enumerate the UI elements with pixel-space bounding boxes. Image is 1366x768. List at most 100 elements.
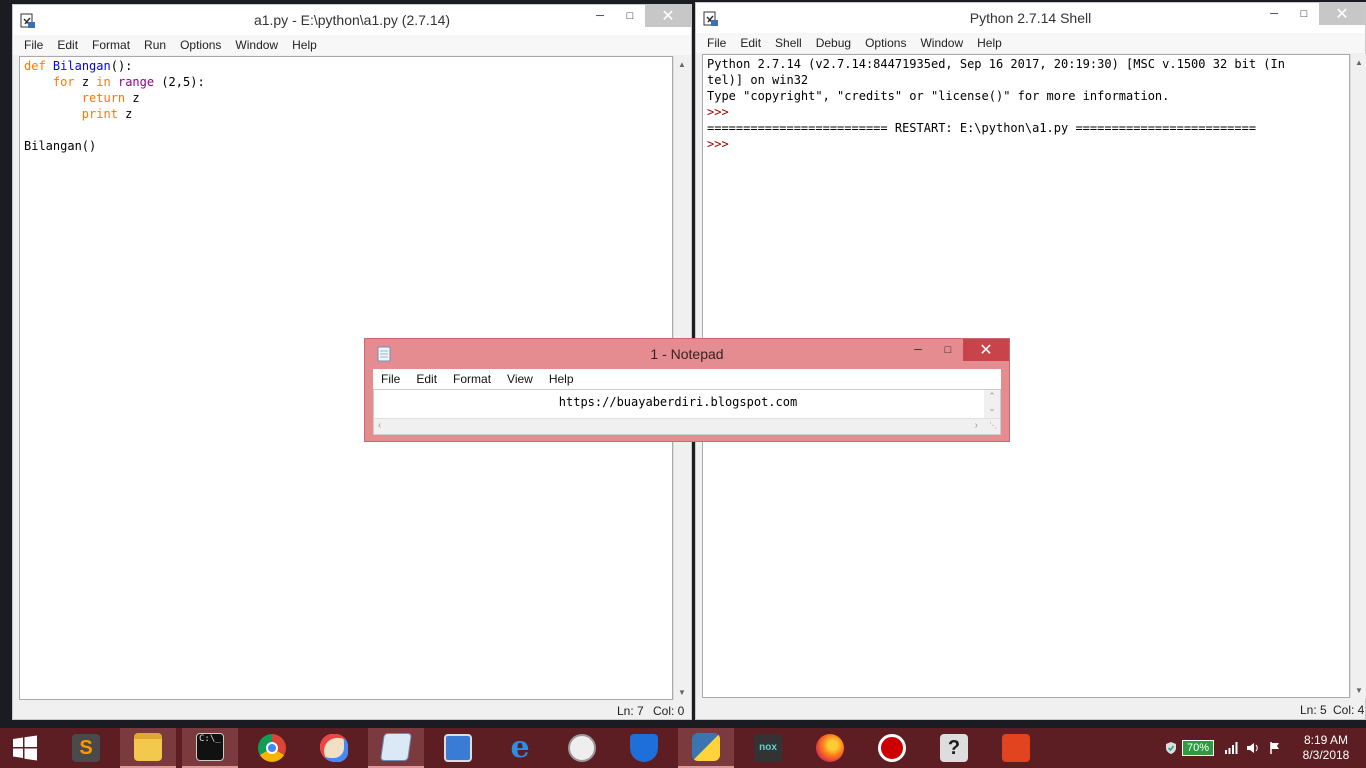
notepad-menu-format[interactable]: Format [445,372,499,386]
network-icon[interactable] [1224,741,1238,755]
shell-scroll-up-icon[interactable]: ▲ [1351,54,1366,70]
compass-icon [568,734,596,762]
system-tray: 70% 8:19 AM 8/3/2018 [1160,728,1366,768]
shell-restart-line: ========================= RESTART: E:\py… [707,121,1257,135]
maximize-button[interactable]: □ [615,5,645,27]
shield-check-icon[interactable] [1164,741,1178,755]
minimize-icon: ─ [914,344,922,356]
shell-menu-window[interactable]: Window [913,36,970,50]
taskbar-chrome[interactable] [244,728,300,768]
close-icon: ✕ [661,8,675,25]
flag-icon[interactable] [1268,741,1282,755]
notepad-url-text: https://buayaberdiri.blogspot.com [558,395,798,409]
code-line-1: def Bilangan(): [24,59,133,73]
editor-menubar: File Edit Format Run Options Window Help [13,35,691,55]
shell-menu-help[interactable]: Help [970,36,1009,50]
taskbar-nox[interactable]: nox [740,728,796,768]
taskbar-garena[interactable] [864,728,920,768]
shell-scroll-down-icon[interactable]: ▼ [1351,682,1366,698]
chevron-left-icon[interactable]: ‹ [378,420,381,431]
shell-maximize-button[interactable]: □ [1289,3,1319,25]
taskbar: S C:\_ e nox ? 70% 8:19 AM 8/3/2018 [0,728,1366,768]
shell-minimize-button[interactable]: ─ [1259,3,1289,25]
volume-icon[interactable] [1246,741,1260,755]
taskbar-paint[interactable] [306,728,362,768]
scroll-up-icon[interactable]: ▲ [674,56,690,72]
notepad-titlebar[interactable]: 1 - Notepad ─ □ ✕ [365,339,1009,367]
code-line-2: for z in range (2,5): [52,75,205,89]
shell-menu-shell[interactable]: Shell [768,36,809,50]
shell-menubar: File Edit Shell Debug Options Window Hel… [696,33,1365,53]
clock-date: 8/3/2018 [1302,748,1350,762]
taskbar-file-explorer[interactable] [120,728,176,768]
start-button[interactable] [0,728,50,768]
editor-col-number: Col: 0 [653,704,685,718]
menu-run[interactable]: Run [137,38,173,52]
office-icon [1002,734,1030,762]
notepad-text-area[interactable]: https://buayaberdiri.blogspot.com ⌃ ⌄ ‹ … [373,389,1001,435]
notepad-maximize-button[interactable]: □ [933,339,963,361]
editor-line-number: Ln: 7 [617,704,644,718]
menu-file[interactable]: File [17,38,50,52]
notepad-close-button[interactable]: ✕ [963,339,1009,361]
paint-icon [320,734,348,762]
editor-titlebar[interactable]: a1.py - E:\python\a1.py (2.7.14) ─ □ ✕ [13,5,691,35]
notepad-menubar: File Edit Format View Help [373,369,1001,389]
file-explorer-icon [134,733,162,761]
taskbar-firefox[interactable] [802,728,858,768]
taskbar-clock[interactable]: 8:19 AM 8/3/2018 [1286,733,1366,763]
taskbar-office[interactable] [988,728,1044,768]
maximize-icon: □ [944,344,952,356]
taskbar-notepad[interactable] [368,728,424,768]
minimize-icon: ─ [1270,8,1278,20]
close-button[interactable]: ✕ [645,5,691,27]
shell-menu-options[interactable]: Options [858,36,913,50]
help-icon: ? [940,734,968,762]
menu-options[interactable]: Options [173,38,228,52]
chevron-right-icon[interactable]: › [975,420,978,431]
shell-scrollbar[interactable]: ▲ ▼ [1350,54,1366,698]
notepad-minimize-button[interactable]: ─ [903,339,933,361]
clock-time: 8:19 AM [1303,733,1349,747]
taskbar-command-prompt[interactable]: C:\_ [182,728,238,768]
sublime-text-icon: S [72,734,100,762]
taskbar-python[interactable] [678,728,734,768]
notepad-menu-help[interactable]: Help [541,372,582,386]
menu-help[interactable]: Help [285,38,324,52]
garena-icon [878,734,906,762]
taskbar-help[interactable]: ? [926,728,982,768]
notepad-hscrollbar[interactable]: ‹ › ⋱ [374,418,1000,434]
menu-edit[interactable]: Edit [50,38,85,52]
minimize-button[interactable]: ─ [585,5,615,27]
shell-prompt: >>> [707,105,729,119]
chevron-down-icon[interactable]: ⌄ [984,402,1000,414]
taskbar-sublime-text[interactable]: S [58,728,114,768]
taskbar-windows-defender[interactable] [616,728,672,768]
resize-grip-icon[interactable]: ⋱ [989,421,997,430]
nox-icon: nox [754,734,782,762]
scroll-down-icon[interactable]: ▼ [674,684,690,700]
shell-menu-debug[interactable]: Debug [809,36,858,50]
notepad-vscrollbar[interactable]: ⌃ ⌄ [984,390,1000,418]
notepad-menu-edit[interactable]: Edit [408,372,445,386]
internet-explorer-icon: e [510,730,530,765]
shell-col-number: Col: 4 [1333,703,1365,717]
notepad-menu-view[interactable]: View [499,372,541,386]
chevron-up-icon[interactable]: ⌃ [984,390,1000,402]
shell-menu-file[interactable]: File [700,36,733,50]
on-screen-keyboard-icon [444,734,472,762]
shell-menu-edit[interactable]: Edit [733,36,768,50]
menu-format[interactable]: Format [85,38,137,52]
shell-titlebar[interactable]: Python 2.7.14 Shell ─ □ ✕ [696,3,1365,33]
taskbar-compass[interactable] [554,728,610,768]
taskbar-internet-explorer[interactable]: e [492,728,548,768]
menu-window[interactable]: Window [228,38,285,52]
windows-start-icon [13,735,37,761]
chrome-icon [258,734,286,762]
battery-indicator[interactable]: 70% [1181,740,1214,756]
taskbar-on-screen-keyboard[interactable] [430,728,486,768]
shell-close-button[interactable]: ✕ [1319,3,1365,25]
maximize-icon: □ [626,10,634,22]
notepad-menu-file[interactable]: File [373,372,408,386]
